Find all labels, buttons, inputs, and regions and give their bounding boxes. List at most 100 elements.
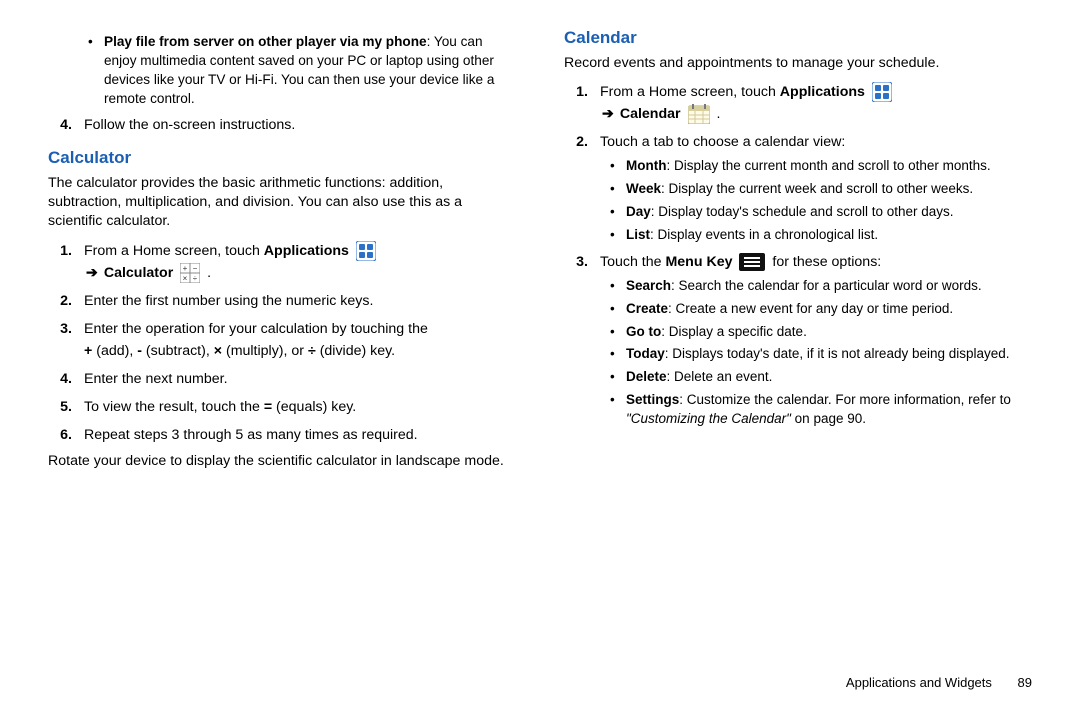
opt-today: Today: Displays today's date, if it is n… xyxy=(626,345,1032,364)
calc2-text: Enter the first number using the numeric… xyxy=(84,293,373,309)
cal3-b: Menu Key xyxy=(665,254,732,270)
o0t: : Search the calendar for a particular w… xyxy=(671,278,982,293)
calc3-b: (add), xyxy=(92,343,137,359)
cal3-a: Touch the xyxy=(600,254,665,270)
calculator-desc: The calculator provides the basic arithm… xyxy=(48,174,516,232)
left-column: Play file from server on other player vi… xyxy=(48,28,540,698)
svg-text:÷: ÷ xyxy=(193,274,198,283)
calc3-c: (subtract), xyxy=(142,343,214,359)
cal-step-3: 3. Touch the Menu Key for these options:… xyxy=(586,251,1032,429)
calc-step-2: 2. Enter the first number using the nume… xyxy=(70,290,516,312)
manual-page: Play file from server on other player vi… xyxy=(0,0,1080,698)
page-number: 89 xyxy=(1018,675,1032,690)
calc-rotate-note: Rotate your device to display the scient… xyxy=(48,452,516,471)
calendar-heading: Calendar xyxy=(564,28,1032,48)
times-sym: × xyxy=(214,343,222,359)
menu-key-icon xyxy=(739,253,765,271)
calc4-text: Enter the next number. xyxy=(84,371,228,387)
o4t: : Delete an event. xyxy=(667,369,773,384)
applications-icon xyxy=(872,82,892,102)
cal2-text: Touch a tab to choose a calendar view: xyxy=(600,134,845,150)
opt-create: Create: Create a new event for any day o… xyxy=(626,300,1032,319)
calc3-d: (multiply), or xyxy=(222,343,308,359)
arrow-1: ➔ xyxy=(84,265,100,281)
o2b: Go to xyxy=(626,324,661,339)
arrow-2: ➔ xyxy=(600,106,616,122)
calc5-a: To view the result, touch the xyxy=(84,399,264,415)
calc-step-3: 3. Enter the operation for your calculat… xyxy=(70,318,516,362)
v3t: : Display events in a chronological list… xyxy=(650,227,878,242)
svg-text:+: + xyxy=(183,264,188,273)
v0b: Month xyxy=(626,158,666,173)
cal-step-2: 2. Touch a tab to choose a calendar view… xyxy=(586,131,1032,245)
calc-step-5: 5. To view the result, touch the = (equa… xyxy=(70,396,516,418)
view-day: Day: Display today's schedule and scroll… xyxy=(626,203,1032,222)
period: . xyxy=(207,265,211,281)
right-column: Calendar Record events and appointments … xyxy=(540,28,1032,698)
calculator-icon: +−× ÷ xyxy=(180,263,200,283)
calc-step-4: 4. Enter the next number. xyxy=(70,368,516,390)
calc-step-6: 6. Repeat steps 3 through 5 as many time… xyxy=(70,424,516,446)
bullet-lead: Play file from server on other player vi… xyxy=(104,34,427,49)
opt-goto: Go to: Display a specific date. xyxy=(626,323,1032,342)
applications-icon xyxy=(356,241,376,261)
o1b: Create xyxy=(626,301,668,316)
opt-search: Search: Search the calendar for a partic… xyxy=(626,277,1032,296)
calc3-a: Enter the operation for your calculation… xyxy=(84,321,428,337)
opt-settings: Settings: Customize the calendar. For mo… xyxy=(626,391,1032,429)
v2b: Day xyxy=(626,204,651,219)
osp: on page 90. xyxy=(791,411,866,426)
follow-instructions-step: 4. Follow the on-screen instructions. xyxy=(70,114,516,136)
marker-2: 2. xyxy=(48,290,72,312)
menu-options-list: Search: Search the calendar for a partic… xyxy=(600,277,1032,429)
v1t: : Display the current week and scroll to… xyxy=(661,181,973,196)
step4-text: Follow the on-screen instructions. xyxy=(84,117,295,133)
calc-steps: 1. From a Home screen, touch Application… xyxy=(48,240,516,446)
marker-1: 1. xyxy=(48,240,72,262)
view-list: List: Display events in a chronological … xyxy=(626,226,1032,245)
v1b: Week xyxy=(626,181,661,196)
cal1-c: Calendar xyxy=(620,106,681,122)
view-month: Month: Display the current month and scr… xyxy=(626,157,1032,176)
calc1-a: From a Home screen, touch xyxy=(84,243,264,259)
v3b: List xyxy=(626,227,650,242)
marker-3: 3. xyxy=(48,318,72,340)
marker-5: 5. xyxy=(48,396,72,418)
top-steps: 4. Follow the on-screen instructions. xyxy=(48,114,516,136)
footer-section: Applications and Widgets xyxy=(846,675,992,690)
o2t: : Display a specific date. xyxy=(661,324,807,339)
marker-2b: 2. xyxy=(564,131,588,153)
marker-1b: 1. xyxy=(564,81,588,103)
calculator-heading: Calculator xyxy=(48,148,516,168)
view-week: Week: Display the current week and scrol… xyxy=(626,180,1032,199)
calc1-b: Applications xyxy=(264,243,349,259)
cal-step-1: 1. From a Home screen, touch Application… xyxy=(586,81,1032,125)
svg-text:−: − xyxy=(193,264,198,273)
o1t: : Create a new event for any day or time… xyxy=(668,301,953,316)
opt-delete: Delete: Delete an event. xyxy=(626,368,1032,387)
calc3-e: (divide) key. xyxy=(316,343,395,359)
page-footer: Applications and Widgets 89 xyxy=(846,675,1032,690)
o0b: Search xyxy=(626,278,671,293)
play-file-bullet: Play file from server on other player vi… xyxy=(104,32,516,108)
period-b: . xyxy=(716,106,720,122)
div-sym: ÷ xyxy=(308,343,316,359)
calc5-b: (equals) key. xyxy=(272,399,356,415)
cal1-a: From a Home screen, touch xyxy=(600,84,780,100)
calendar-views-list: Month: Display the current month and scr… xyxy=(600,157,1032,245)
o3t: : Displays today's date, if it is not al… xyxy=(665,346,1010,361)
equals-sym: = xyxy=(264,399,272,415)
cal-steps: 1. From a Home screen, touch Application… xyxy=(564,81,1032,429)
marker-6: 6. xyxy=(48,424,72,446)
cal1-b: Applications xyxy=(780,84,865,100)
osi: "Customizing the Calendar" xyxy=(626,411,791,426)
v0t: : Display the current month and scroll t… xyxy=(666,158,990,173)
svg-text:×: × xyxy=(183,274,188,283)
calc1-c: Calculator xyxy=(104,265,173,281)
v2t: : Display today's schedule and scroll to… xyxy=(651,204,954,219)
marker-4: 4. xyxy=(48,114,72,136)
ost: : Customize the calendar. For more infor… xyxy=(679,392,1011,407)
marker-3b: 3. xyxy=(564,251,588,273)
top-bullets: Play file from server on other player vi… xyxy=(48,32,516,108)
cal3-c: for these options: xyxy=(772,254,881,270)
